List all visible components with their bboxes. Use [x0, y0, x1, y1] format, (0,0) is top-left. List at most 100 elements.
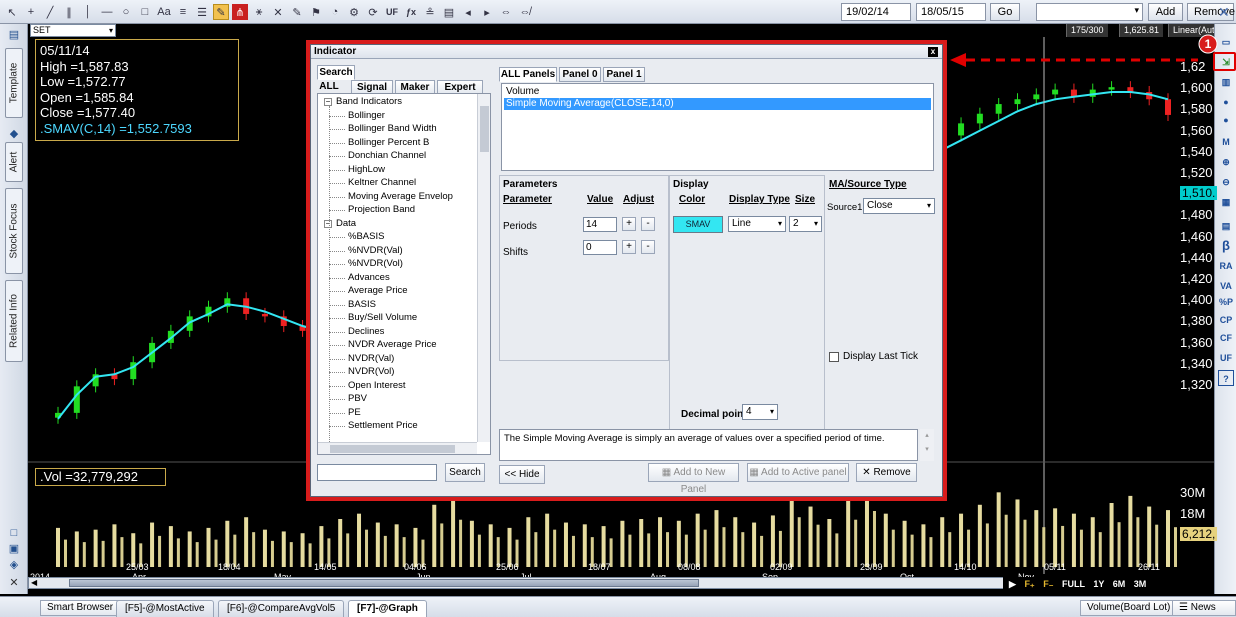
smart-browser-button[interactable]: Smart Browser ▾ [40, 600, 128, 616]
tree-item[interactable]: PE [348, 407, 361, 418]
horizontal-line-icon[interactable]: — [99, 4, 115, 20]
settings-icon[interactable]: ⚙ [346, 4, 362, 20]
tab-graph[interactable]: [F7]-@Graph [348, 600, 427, 617]
help-icon[interactable]: ? [1218, 370, 1234, 386]
tree-item[interactable]: NVDR(Vol) [348, 366, 394, 377]
arrow-left-icon[interactable]: ◂ [460, 4, 476, 20]
zoom-out-icon[interactable]: ⊖ [1218, 174, 1234, 190]
pitchfork-icon[interactable]: ⋔ [232, 4, 248, 20]
line-icon[interactable]: ╱ [42, 4, 58, 20]
scroll-thumb[interactable] [480, 106, 489, 152]
period-6m[interactable]: 6M [1113, 579, 1126, 589]
shifts-minus-button[interactable]: - [641, 240, 655, 254]
cp-icon[interactable]: CP [1218, 312, 1234, 328]
scroll-right-icon[interactable]: ▶ [1009, 579, 1016, 589]
tree-horizontal-scrollbar[interactable] [318, 442, 477, 454]
add-to-new-panel-button[interactable]: ▦ Add to New Panel [648, 463, 739, 495]
chart-scrollbar[interactable]: ◀ [28, 577, 1013, 589]
formula-icon[interactable]: ƒx [403, 4, 419, 20]
tree-item[interactable]: NVDR Average Price [348, 339, 437, 350]
tab-most-active[interactable]: [F5]-@MostActive [116, 600, 214, 617]
tree-item[interactable]: %NVDR(Val) [348, 245, 403, 256]
scroll-left-icon[interactable]: ◀ [31, 578, 37, 587]
tree-item[interactable]: Bollinger [348, 110, 385, 121]
parallel-line-icon[interactable]: ∥ [61, 4, 77, 20]
new-page-icon[interactable]: □ [7, 526, 21, 540]
tree-group[interactable]: Band Indicators [336, 96, 402, 107]
arrow-right-icon[interactable]: ▸ [479, 4, 495, 20]
alert-bell-icon[interactable]: ◆ [7, 127, 21, 141]
ra-icon[interactable]: RA [1218, 258, 1234, 274]
tree-item[interactable]: HighLow [348, 164, 385, 175]
grid-icon[interactable]: ▦ [1218, 194, 1234, 210]
tree-item[interactable]: %BASIS [348, 231, 384, 242]
save-icon[interactable]: ▣ [7, 542, 21, 556]
zoom-out-icon[interactable]: ⇎ [517, 4, 533, 20]
uf-icon[interactable]: UF [1218, 350, 1234, 366]
p-percent-icon[interactable]: %P [1218, 294, 1234, 310]
tab-alert[interactable]: Alert [5, 142, 23, 182]
close-icon[interactable]: x [928, 47, 938, 57]
add-to-active-panel-button[interactable]: ▦ Add to Active panel [747, 463, 849, 482]
tree-group[interactable]: Data [336, 218, 356, 229]
uf-icon[interactable]: UF [384, 4, 400, 20]
collapse-icon[interactable]: − [324, 219, 332, 228]
scale-icon[interactable]: ≗ [422, 4, 438, 20]
tree-item[interactable]: Keltner Channel [348, 177, 416, 188]
shifts-plus-button[interactable]: + [622, 240, 636, 254]
scroll-thumb[interactable] [330, 445, 455, 453]
tab-related-info[interactable]: Related Info [5, 280, 23, 362]
text-icon[interactable]: Aa [156, 4, 172, 20]
va-icon[interactable]: VA [1218, 278, 1234, 294]
periods-input[interactable]: 14 [583, 217, 617, 232]
hide-button[interactable]: << Hide [499, 465, 545, 484]
volume-mode-button[interactable]: Volume(Board Lot) [1080, 600, 1178, 616]
indicator-combo[interactable]: ▾ [1036, 3, 1143, 21]
cf-icon[interactable]: CF [1218, 330, 1234, 346]
tree-item[interactable]: Open Interest [348, 380, 406, 391]
period-3m[interactable]: 3M [1134, 579, 1147, 589]
size-select[interactable]: 2 ▾ [789, 216, 822, 232]
periods-minus-button[interactable]: - [641, 217, 655, 231]
date-from-field[interactable]: 19/02/14 [841, 3, 911, 21]
description-scrollbar[interactable]: ▴ ▾ [920, 429, 934, 461]
active-indicator-list[interactable]: Volume Simple Moving Average(CLOSE,14,0) [501, 83, 934, 171]
crosshair-icon[interactable]: + [23, 4, 39, 20]
chart-icon[interactable]: ▥ [1218, 74, 1234, 90]
go-button[interactable]: Go [990, 3, 1020, 21]
periods-plus-button[interactable]: + [622, 217, 636, 231]
tab-compare-avg-vol[interactable]: [F6]-@CompareAvgVol5 [218, 600, 345, 617]
symbol-select[interactable]: SET ▾ [30, 24, 116, 37]
tree-item[interactable]: Moving Average Envelop [348, 191, 453, 202]
tree-item[interactable]: Bollinger Percent B [348, 137, 429, 148]
scroll-thumb[interactable] [69, 579, 699, 587]
period-fplus[interactable]: F₊ [1024, 579, 1034, 589]
tree-item[interactable]: Settlement Price [348, 420, 418, 431]
list-item-selected[interactable]: Simple Moving Average(CLOSE,14,0) [504, 98, 931, 110]
tree-item[interactable]: %NVDR(Vol) [348, 258, 403, 269]
tree-item[interactable]: NVDR(Val) [348, 353, 394, 364]
shifts-input[interactable]: 0 [583, 240, 617, 255]
tree-item[interactable]: Advances [348, 272, 390, 283]
cursor-icon[interactable]: ↖ [4, 4, 20, 20]
period-full[interactable]: FULL [1062, 579, 1085, 589]
period-1y[interactable]: 1Y [1093, 579, 1104, 589]
collapse-icon[interactable]: − [324, 98, 332, 106]
tree-item[interactable]: Bollinger Band Width [348, 123, 437, 134]
display-last-tick-checkbox[interactable] [829, 352, 839, 362]
indicator-tree[interactable]: − Band Indicators Bollinger Bollinger Band … [317, 93, 491, 455]
remove-indicator-button[interactable]: ✕ Remove [856, 463, 917, 482]
tab-stock-focus[interactable]: Stock Focus [5, 188, 23, 274]
remove-icon[interactable]: ● [1218, 112, 1234, 128]
tree-vertical-scrollbar[interactable] [477, 94, 490, 442]
link-icon[interactable]: ◈ [7, 558, 21, 572]
tab-panel-0[interactable]: Panel 0 [559, 67, 601, 82]
list-item[interactable]: Volume [504, 86, 539, 98]
display-type-select[interactable]: Line ▾ [728, 216, 786, 232]
beta-icon[interactable]: β [1218, 238, 1234, 254]
search-button[interactable]: Search [445, 463, 485, 482]
gann-icon[interactable]: ⚹ [251, 4, 267, 20]
save-icon[interactable]: ▤ [441, 4, 457, 20]
ma-icon[interactable]: M [1218, 134, 1234, 150]
tab-search[interactable]: Search [317, 65, 355, 80]
